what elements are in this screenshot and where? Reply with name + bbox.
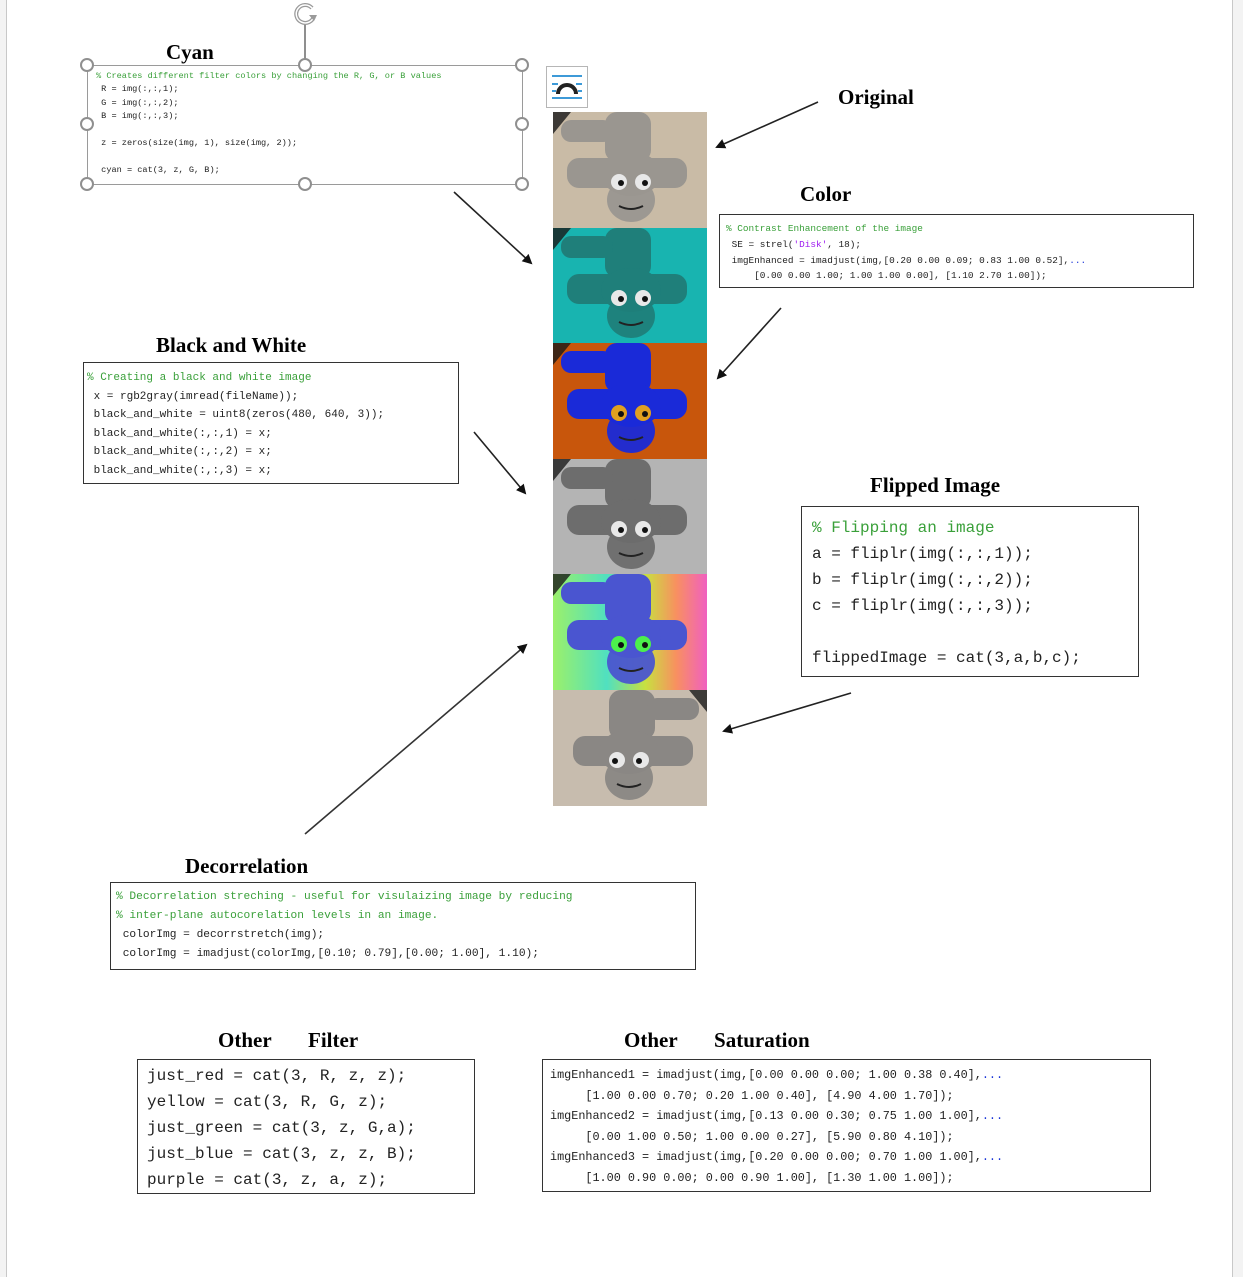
heading-original: Original — [838, 85, 914, 109]
code-line: black_and_white(:,:,1) = x; — [87, 427, 272, 440]
code-line: just_red = cat(3, R, z, z); — [147, 1067, 407, 1085]
code-line: B = img(:,:,3); — [96, 111, 179, 122]
code-line: imgEnhanced2 = imadjust(img,[0.13 0.00 0… — [550, 1106, 1150, 1127]
photo-cyan — [553, 228, 707, 344]
code-comment: % Flipping an image — [812, 519, 995, 537]
code-line: purple = cat(3, z, a, z); — [147, 1171, 388, 1189]
heading-cyan: Cyan — [166, 40, 214, 64]
photo-original — [553, 112, 707, 228]
heading-black-and-white: Black and White — [156, 333, 307, 357]
code-line: just_blue = cat(3, z, z, B); — [147, 1145, 416, 1163]
code-line: [1.00 0.90 0.00; 0.00 0.90 1.00], [1.30 … — [550, 1170, 954, 1185]
code-comment: % Creates different filter colors by cha… — [96, 71, 442, 81]
code-text: , 18); — [827, 238, 862, 250]
color-code-box: % Contrast Enhancement of the image SE =… — [719, 214, 1194, 288]
code-line: [0.00 0.00 1.00; 1.00 1.00 0.00], [1.10 … — [726, 270, 1047, 282]
code-line: [1.00 0.00 0.70; 0.20 1.00 0.40], [4.90 … — [550, 1088, 954, 1103]
code-text: imgEnhanced = imadjust(img,[0.20 0.00 0.… — [726, 254, 1070, 266]
code-line: black_and_white(:,:,3) = x; — [87, 464, 272, 477]
code-line: c = fliplr(img(:,:,3)); — [812, 597, 1033, 615]
heading-other-saturation: Other Saturation — [624, 1028, 810, 1052]
code-text: imgEnhanced2 = imadjust(img,[0.13 0.00 0… — [550, 1109, 982, 1124]
code-line: colorImg = decorrstretch(img); — [116, 929, 325, 941]
wrap-text-icon — [552, 75, 582, 99]
code-line: b = fliplr(img(:,:,2)); — [812, 571, 1033, 589]
flipped-code-box: % Flipping an image a = fliplr(img(:,:,1… — [801, 506, 1139, 677]
code-line: [0.00 1.00 0.50; 1.00 0.00 0.27], [5.90 … — [550, 1129, 954, 1144]
other-filter-code-box: just_red = cat(3, R, z, z); yellow = cat… — [137, 1059, 475, 1194]
code-line: yellow = cat(3, R, G, z); — [147, 1093, 388, 1111]
code-string: 'Disk' — [793, 238, 828, 250]
other-saturation-code-box: imgEnhanced1 = imadjust(img,[0.00 0.00 0… — [542, 1059, 1151, 1192]
code-line: colorImg = imadjust(colorImg,[0.10; 0.79… — [116, 948, 539, 960]
decorrelation-code-box: % Decorrelation streching - useful for v… — [110, 882, 696, 970]
black-and-white-code-box: % Creating a black and white image x = r… — [83, 362, 459, 484]
heading-decorrelation: Decorrelation — [185, 854, 309, 878]
code-line: z = zeros(size(img, 1), size(img, 2)); — [96, 138, 298, 149]
code-comment: % Decorrelation streching - useful for v… — [116, 891, 573, 903]
code-line: a = fliplr(img(:,:,1)); — [812, 545, 1033, 563]
photo-color-enhanced — [553, 343, 707, 459]
code-comment: % Contrast Enhancement of the image — [726, 223, 923, 234]
cyan-code-box[interactable]: % Creates different filter colors by cha… — [87, 65, 523, 185]
code-comment: % Creating a black and white image — [87, 372, 312, 384]
code-line: imgEnhanced3 = imadjust(img,[0.20 0.00 0… — [550, 1147, 1150, 1168]
code-line: just_green = cat(3, z, G,a); — [147, 1119, 416, 1137]
resize-handle-top-right[interactable] — [515, 58, 529, 72]
photo-flipped — [553, 690, 707, 806]
code-line: imgEnhanced = imadjust(img,[0.20 0.00 0.… — [726, 253, 1193, 269]
code-line: x = rgb2gray(imread(fileName)); — [87, 390, 299, 403]
code-text: imgEnhanced1 = imadjust(img,[0.00 0.00 0… — [550, 1068, 982, 1082]
heading-color: Color — [800, 182, 852, 206]
code-line: SE = strel('Disk', 18); — [726, 237, 1193, 253]
code-line: G = img(:,:,2); — [96, 97, 179, 108]
resize-handle-top-left[interactable] — [80, 58, 94, 72]
code-text: imgEnhanced3 = imadjust(img,[0.20 0.00 0… — [550, 1150, 982, 1165]
code-line: R = img(:,:,1); — [96, 84, 179, 95]
resize-handle-bottom[interactable] — [298, 177, 312, 191]
rotate-handle-icon[interactable] — [290, 0, 322, 26]
heading-other-filter: Other Filter — [218, 1028, 359, 1052]
code-line: black_and_white = uint8(zeros(480, 640, … — [87, 409, 385, 422]
code-line: cyan = cat(3, z, G, B); — [96, 164, 220, 175]
layout-options-button[interactable] — [546, 66, 588, 108]
resize-handle-right[interactable] — [515, 117, 529, 131]
resize-handle-left[interactable] — [80, 117, 94, 131]
code-continuation: ... — [981, 1109, 1004, 1124]
resize-handle-bottom-left[interactable] — [80, 177, 94, 191]
code-line: imgEnhanced1 = imadjust(img,[0.00 0.00 0… — [550, 1065, 1150, 1086]
code-comment: % inter-plane autocorelation levels in a… — [116, 910, 439, 922]
code-continuation: ... — [981, 1068, 1004, 1082]
code-line: black_and_white(:,:,2) = x; — [87, 446, 272, 459]
code-continuation: ... — [1069, 254, 1087, 266]
resize-handle-top[interactable] — [298, 58, 312, 72]
rotate-handle-stem — [304, 24, 306, 60]
resize-handle-bottom-right[interactable] — [515, 177, 529, 191]
code-continuation: ... — [981, 1150, 1004, 1165]
photo-decorrelation — [553, 574, 707, 690]
code-text: SE = strel( — [726, 238, 794, 250]
photo-black-and-white — [553, 459, 707, 575]
heading-flipped-image: Flipped Image — [870, 473, 1001, 497]
code-line: flippedImage = cat(3,a,b,c); — [812, 649, 1081, 667]
